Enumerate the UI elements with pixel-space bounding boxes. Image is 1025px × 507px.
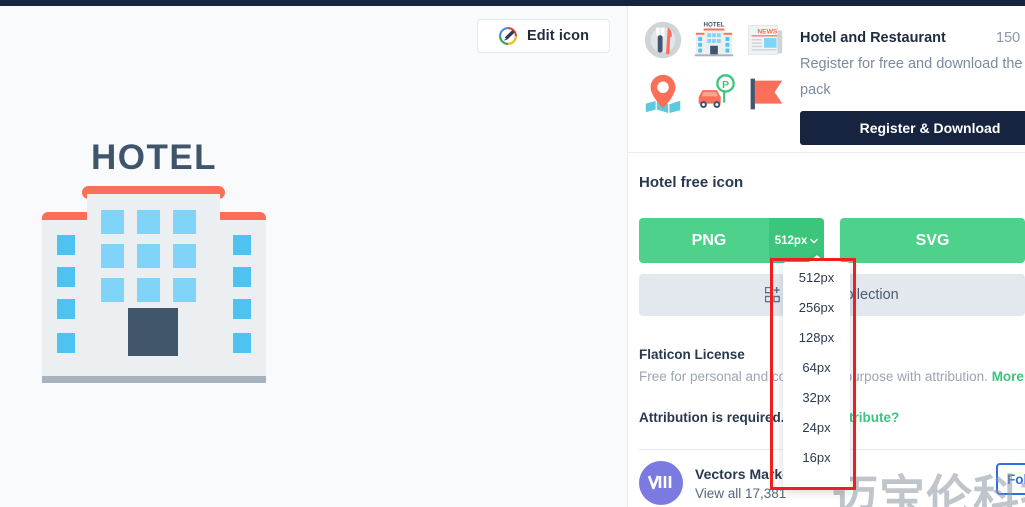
promo-icon-grid: HOTEL NEWS P [638, 14, 790, 120]
size-option-256[interactable]: 256px [783, 292, 850, 322]
promo-icon-cell: NEWS [741, 14, 790, 66]
hotel-window [173, 278, 196, 302]
promo-icon-cell: P [689, 68, 738, 120]
hotel-window [233, 235, 251, 255]
size-dropdown-menu[interactable]: 512px 256px 128px 64px 32px 24px 16px [783, 255, 850, 490]
promo-icon-cell [638, 14, 687, 66]
follow-button[interactable]: Follow [996, 463, 1025, 495]
hotel-window [233, 299, 251, 319]
author-name[interactable]: Vectors Market [695, 466, 795, 482]
size-option-128[interactable]: 128px [783, 322, 850, 352]
hotel-window [137, 278, 160, 302]
pencil-circle-icon [499, 27, 517, 45]
size-option-64[interactable]: 64px [783, 352, 850, 382]
svg-download-button[interactable]: SVG [840, 218, 1025, 263]
attribution-text: Attribution is required. [639, 410, 785, 425]
location-pin-map-icon [645, 74, 680, 114]
hotel-window [173, 244, 196, 268]
promo-subtitle: Register for free and download the full … [800, 56, 1025, 98]
promo-divider [628, 152, 1025, 153]
hotel-ground [42, 376, 266, 383]
hotel-window [57, 235, 75, 255]
hotel-building-icon: HOTEL [694, 22, 734, 57]
svg-text:NEWS: NEWS [758, 28, 779, 35]
hotel-window [101, 244, 124, 268]
size-option-24[interactable]: 24px [783, 412, 850, 442]
grid-plus-icon [765, 286, 781, 302]
download-row: PNG 512px SVG [639, 218, 1025, 263]
promo-icon-cell [638, 68, 687, 120]
hotel-sign-text: HOTEL [90, 138, 218, 177]
size-option-512[interactable]: 512px [783, 262, 850, 292]
promo-title: Hotel and Restaurant [800, 30, 946, 46]
follow-button-label: Follow [1007, 471, 1025, 487]
icon-preview-pane: Edit icon HOTEL [0, 6, 627, 507]
size-option-32[interactable]: 32px [783, 382, 850, 412]
svg-text:P: P [722, 79, 729, 91]
hotel-window [57, 299, 75, 319]
promo-icon-count: 150 [996, 30, 1021, 46]
size-select-value: 512px [774, 234, 808, 247]
author-view-all[interactable]: View all 17,381 [695, 486, 786, 501]
edit-icon-button[interactable]: Edit icon [477, 19, 610, 53]
hotel-window [57, 267, 75, 287]
page-root: Edit icon HOTEL HOTEL NEWS P Hotel and R… [0, 0, 1025, 507]
register-download-button[interactable]: Register & Download [800, 111, 1025, 145]
register-download-label: Register & Download [859, 120, 1001, 136]
hotel-window [233, 267, 251, 287]
promo-banner: HOTEL NEWS P Hotel and Restaurant 150 Re… [628, 6, 1025, 152]
hotel-building-icon: HOTEL [38, 138, 270, 383]
hotel-window [137, 210, 160, 234]
promo-icon-cell: HOTEL [689, 14, 738, 66]
newspaper-icon: NEWS [748, 25, 783, 55]
hotel-window [173, 210, 196, 234]
png-download-label: PNG [691, 231, 727, 249]
parking-car-icon: P [698, 74, 735, 108]
dropdown-arrow-icon [808, 255, 825, 262]
hotel-window [57, 333, 75, 353]
svg-text:HOTEL: HOTEL [703, 22, 724, 29]
edit-icon-button-label: Edit icon [526, 28, 590, 44]
promo-icon-cell [741, 68, 790, 120]
license-more-info-link[interactable]: More info [992, 369, 1025, 384]
chevron-down-icon [810, 238, 819, 244]
hotel-window [137, 244, 160, 268]
hotel-window [101, 278, 124, 302]
png-download-button[interactable]: PNG 512px [639, 218, 824, 263]
hotel-window [101, 210, 124, 234]
icon-title: Hotel free icon [639, 174, 744, 191]
flag-icon [750, 78, 783, 110]
hotel-door [128, 308, 178, 356]
avatar[interactable] [639, 461, 683, 505]
restaurant-plate-icon [644, 21, 681, 59]
license-heading: Flaticon License [639, 347, 745, 362]
size-option-16[interactable]: 16px [783, 442, 850, 472]
vectors-market-logo-icon [648, 475, 672, 490]
hotel-window [233, 333, 251, 353]
